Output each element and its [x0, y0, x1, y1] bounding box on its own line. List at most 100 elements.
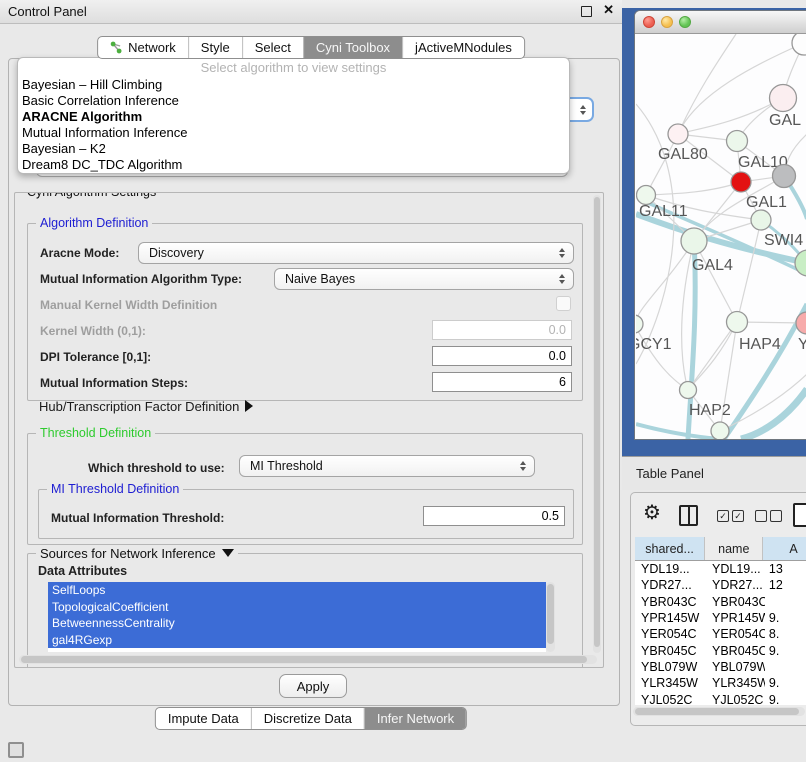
zoom-traffic-light-icon[interactable] — [679, 16, 691, 28]
cyni-settings-title: Cyni Algorithm Settings — [23, 192, 160, 199]
which-threshold-combobox[interactable]: MI Threshold — [239, 455, 535, 477]
mi-type-combobox[interactable]: Naive Bayes — [274, 268, 574, 290]
kernel-width-field[interactable]: 0.0 — [432, 320, 572, 340]
network-node-label: GCY1 — [636, 336, 672, 353]
mi-threshold-field[interactable]: 0.5 — [423, 506, 565, 526]
aracne-mode-combobox[interactable]: Discovery — [138, 242, 574, 264]
data-attribute-item[interactable]: gal4RGexp — [48, 632, 546, 649]
table-cell: YER054C — [635, 626, 706, 642]
algorithm-dropdown-item[interactable]: Dream8 DC_TDC Algorithm — [18, 157, 569, 173]
network-node[interactable] — [773, 165, 796, 188]
data-attribute-item[interactable]: BetweennessCentrality — [48, 615, 546, 632]
manual-kernel-checkbox[interactable] — [556, 296, 571, 311]
network-node[interactable] — [731, 172, 751, 192]
table-panel-title: Table Panel — [636, 466, 704, 481]
network-node[interactable] — [711, 422, 729, 439]
dpi-tolerance-field[interactable]: 0.0 — [432, 346, 572, 366]
hub-factor-section-toggle[interactable]: Hub/Transcription Factor Definition — [39, 399, 253, 414]
tab-style[interactable]: Style — [188, 37, 242, 58]
tab-label: Select — [255, 40, 291, 55]
network-node[interactable] — [727, 131, 748, 152]
tab-label: Network — [128, 40, 176, 55]
network-node[interactable] — [795, 250, 806, 276]
table-row[interactable]: YER054CYER054C8. — [635, 626, 806, 642]
table-row[interactable]: YLR345WYLR345W9. — [635, 675, 806, 691]
control-panel-title: Control Panel — [8, 4, 87, 19]
table-cell: 13 — [765, 561, 806, 577]
network-node[interactable] — [796, 312, 806, 334]
network-view-window[interactable]: GALGAL80GAL10GAL1GAL11SWI4GAL4GCY1HAP4YH… — [634, 10, 806, 440]
table-row[interactable]: YBR043CYBR043C — [635, 594, 806, 610]
column-header-shared-name[interactable]: shared... — [635, 537, 705, 560]
cyni-mode-tabs: Impute Data Discretize Data Infer Networ… — [155, 707, 467, 730]
algorithm-dropdown-item[interactable]: Basic Correlation Inference — [18, 93, 569, 109]
tab-select[interactable]: Select — [242, 37, 303, 58]
network-node[interactable] — [770, 85, 797, 112]
network-node[interactable] — [637, 186, 656, 205]
tab-discretize-data[interactable]: Discretize Data — [251, 708, 364, 729]
table-cell: YDL19... — [706, 561, 765, 577]
data-attribute-item[interactable]: SelfLoops — [48, 582, 546, 599]
mi-steps-field[interactable]: 6 — [432, 372, 572, 392]
settings-vertical-scrollbar[interactable] — [593, 195, 601, 653]
tab-cyni-toolbox[interactable]: Cyni Toolbox — [303, 37, 402, 58]
mi-threshold-group: MI Threshold Definition Mutual Informati… — [38, 489, 574, 539]
table-cell — [765, 594, 806, 610]
table-row[interactable]: YBR045CYBR045C9. — [635, 642, 806, 658]
close-traffic-light-icon[interactable] — [643, 16, 655, 28]
tab-jactivemnodules[interactable]: jActiveMNodules — [402, 37, 524, 58]
close-icon[interactable]: ✕ — [603, 2, 614, 18]
network-graph-svg: GALGAL80GAL10GAL1GAL11SWI4GAL4GCY1HAP4YH… — [636, 34, 806, 439]
network-window-titlebar[interactable] — [635, 11, 806, 34]
table-row[interactable]: YDL19...YDL19...13 — [635, 561, 806, 577]
table-panel-titlebar: Table Panel — [622, 456, 806, 490]
algorithm-dropdown-item[interactable]: Bayesian – K2 — [18, 141, 569, 157]
table-panel-window: ⚙ ✓✓ shared... name A YDL19...YDL19...13… — [630, 492, 806, 726]
column-header-cut[interactable]: A — [763, 537, 806, 560]
data-attribute-item[interactable]: TopologicalCoefficient — [48, 599, 546, 616]
table-row[interactable]: YPR145WYPR145W9. — [635, 610, 806, 626]
select-all-columns-icon[interactable]: ✓✓ — [717, 510, 744, 522]
attributes-list-scrollbar[interactable] — [546, 582, 555, 652]
mi-steps-value: 6 — [559, 375, 566, 389]
table-row[interactable]: YDR27...YDR27...12 — [635, 577, 806, 593]
algorithm-dropdown-popup: Select algorithm to view settings Bayesi… — [17, 57, 570, 174]
table-horizontal-scrollbar[interactable] — [633, 707, 805, 716]
algorithm-dropdown-item[interactable]: Mutual Information Inference — [18, 125, 569, 141]
aracne-mode-label: Aracne Mode: — [40, 246, 119, 260]
tab-network[interactable]: Network — [98, 37, 188, 58]
new-table-icon[interactable] — [793, 503, 806, 527]
apply-button[interactable]: Apply — [279, 674, 347, 698]
algorithm-dropdown-item[interactable]: ARACNE Algorithm — [18, 109, 569, 125]
network-node[interactable] — [681, 228, 707, 254]
network-node[interactable] — [668, 124, 688, 144]
network-tab-icon — [110, 41, 123, 54]
gear-icon[interactable]: ⚙ — [643, 500, 661, 525]
network-node[interactable] — [751, 210, 771, 230]
column-header-name[interactable]: name — [705, 537, 763, 560]
network-node[interactable] — [680, 382, 697, 399]
tab-infer-network[interactable]: Infer Network — [364, 708, 466, 729]
algorithm-dropdown-item[interactable]: Bayesian – Hill Climbing — [18, 77, 569, 93]
sources-title-label: Sources for Network Inference — [40, 546, 216, 561]
minimize-traffic-light-icon[interactable] — [661, 16, 673, 28]
data-attributes-list[interactable]: SelfLoopsTopologicalCoefficientBetweenne… — [48, 582, 546, 652]
tab-impute-data[interactable]: Impute Data — [156, 708, 251, 729]
table-row[interactable]: YBL079WYBL079W — [635, 659, 806, 675]
network-node[interactable] — [636, 315, 643, 333]
float-window-icon[interactable] — [581, 6, 592, 17]
settings-horizontal-scrollbar[interactable] — [19, 655, 597, 664]
table-cell: YLR345W — [706, 675, 765, 691]
screen: Control Panel ✕ Network Style Select Cyn… — [0, 0, 806, 762]
columns-icon[interactable] — [679, 505, 698, 526]
mi-threshold-label: Mutual Information Threshold: — [51, 511, 224, 525]
threshold-definition-group: Threshold Definition Which threshold to … — [27, 433, 583, 545]
deselect-all-columns-icon[interactable] — [755, 510, 782, 522]
network-canvas[interactable]: GALGAL80GAL10GAL1GAL11SWI4GAL4GCY1HAP4YH… — [636, 34, 806, 439]
table-cell — [765, 659, 806, 675]
table-row[interactable]: YJL052CYJL052C9. — [635, 691, 806, 705]
network-node[interactable] — [727, 312, 748, 333]
network-node[interactable] — [792, 34, 806, 55]
sources-title[interactable]: Sources for Network Inference — [36, 546, 238, 561]
collapsed-panel-icon[interactable] — [8, 742, 24, 758]
